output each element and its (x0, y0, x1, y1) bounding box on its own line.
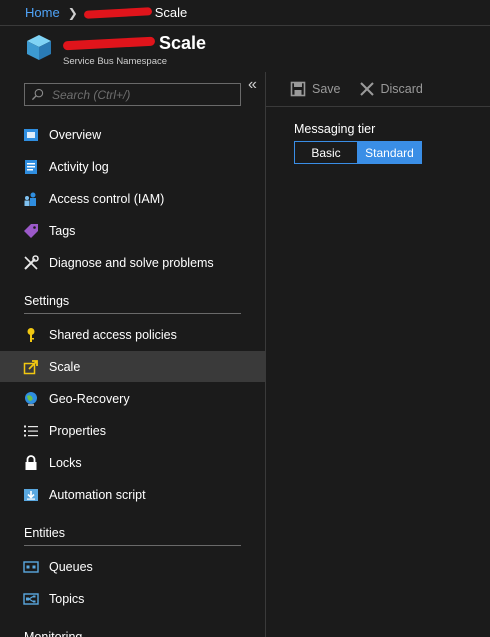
sidebar-item-label: Topics (49, 591, 85, 606)
key-icon (23, 327, 39, 343)
sidebar-item-queues[interactable]: Queues (0, 551, 265, 582)
sidebar-item-properties[interactable]: Properties (0, 415, 265, 446)
redacted-name (62, 36, 156, 51)
download-script-icon (23, 487, 39, 503)
sidebar-item-label: Properties (49, 423, 106, 438)
sidebar-item-label: Access control (IAM) (49, 191, 165, 206)
command-bar: Save Discard (266, 72, 490, 107)
sidebar-item-diagnose[interactable]: Diagnose and solve problems (0, 247, 265, 278)
overview-icon (23, 127, 39, 143)
scale-icon (23, 359, 39, 375)
list-icon (23, 423, 39, 439)
sidebar-item-scale[interactable]: Scale (0, 351, 265, 382)
sidebar-item-label: Activity log (49, 159, 109, 174)
tier-option-basic[interactable]: Basic (295, 142, 358, 163)
sidebar-item-geo-recovery[interactable]: Geo-Recovery (0, 383, 265, 414)
messaging-tier-toggle: Basic Standard (294, 141, 422, 164)
chevron-right-icon: ❯ (67, 5, 78, 20)
tier-option-standard[interactable]: Standard (358, 142, 421, 163)
sidebar-item-label: Geo-Recovery (49, 391, 130, 406)
close-icon (359, 82, 374, 96)
save-label: Save (312, 82, 341, 96)
breadcrumb: Home ❯ Scale (0, 0, 490, 26)
collapse-sidebar-icon[interactable]: « (248, 76, 257, 94)
sidebar-item-topics[interactable]: Topics (0, 583, 265, 614)
activity-log-icon (23, 159, 39, 175)
search-icon (31, 88, 44, 101)
sidebar-item-shared-access-policies[interactable]: Shared access policies (0, 319, 265, 350)
sidebar-item-label: Scale (49, 359, 81, 374)
sidebar: « Overview Activity log Access control (… (0, 72, 266, 637)
sidebar-item-locks[interactable]: Locks (0, 447, 265, 478)
sidebar-item-tags[interactable]: Tags (0, 215, 265, 246)
breadcrumb-home-link[interactable]: Home (25, 5, 60, 20)
sidebar-item-label: Diagnose and solve problems (49, 255, 214, 270)
sidebar-item-overview[interactable]: Overview (0, 119, 265, 150)
sidebar-item-label: Queues (49, 559, 93, 574)
search-input[interactable] (52, 87, 232, 102)
service-bus-cube-icon (27, 35, 51, 60)
section-monitoring: Monitoring (24, 630, 83, 637)
save-button[interactable]: Save (290, 81, 341, 97)
section-settings: Settings (24, 292, 241, 314)
sidebar-item-automation-script[interactable]: Automation script (0, 479, 265, 510)
sidebar-item-label: Overview (49, 127, 102, 142)
sidebar-item-label: Automation script (49, 487, 146, 502)
tag-icon (23, 223, 39, 239)
sidebar-item-label: Tags (49, 223, 76, 238)
people-icon (23, 191, 39, 207)
lock-icon (23, 454, 39, 471)
page-title: Scale (159, 33, 207, 53)
sidebar-item-label: Locks (49, 455, 82, 470)
sidebar-item-access-control[interactable]: Access control (IAM) (0, 183, 265, 214)
queue-icon (23, 559, 39, 575)
discard-button[interactable]: Discard (359, 81, 423, 97)
topic-icon (23, 591, 39, 607)
discard-label: Discard (380, 82, 423, 96)
sidebar-item-activity-log[interactable]: Activity log (0, 151, 265, 182)
wrench-icon (23, 254, 39, 271)
messaging-tier-label: Messaging tier (294, 122, 376, 136)
resource-type: Service Bus Namespace (63, 56, 168, 67)
globe-icon (23, 391, 39, 407)
sidebar-item-label: Shared access policies (49, 327, 177, 342)
redacted-name (83, 6, 152, 19)
breadcrumb-current: Scale (154, 5, 188, 20)
resource-header: Scale Service Bus Namespace (0, 27, 490, 71)
section-entities: Entities (24, 524, 241, 546)
save-icon (290, 81, 306, 97)
search-box[interactable] (24, 83, 241, 106)
